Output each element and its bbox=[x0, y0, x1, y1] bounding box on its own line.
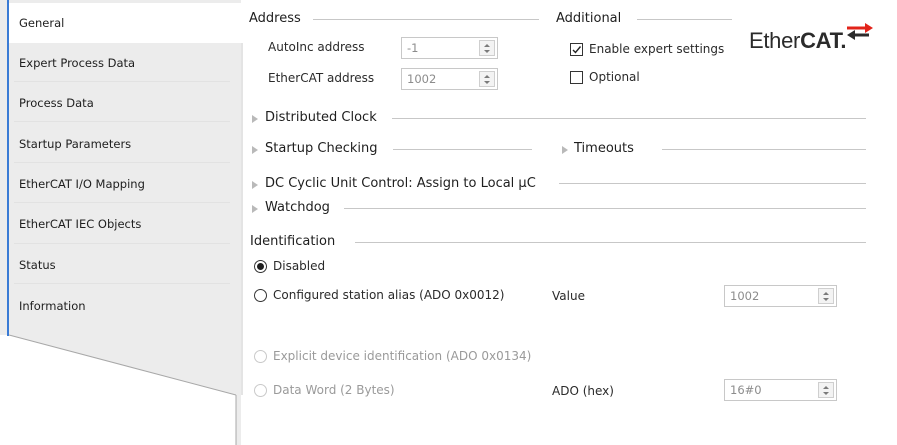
tab-label: Information bbox=[19, 299, 86, 313]
tab-label: Startup Parameters bbox=[19, 137, 132, 151]
expand-arrow-icon[interactable] bbox=[562, 146, 568, 154]
section-rule bbox=[392, 118, 866, 119]
tab-separator bbox=[14, 283, 230, 284]
expand-arrow-icon[interactable] bbox=[252, 146, 258, 154]
additional-rule bbox=[637, 19, 732, 20]
ado-hex-spinner[interactable]: 16#0 bbox=[724, 379, 837, 401]
tab-status[interactable]: Status bbox=[9, 245, 241, 285]
ado-hex-label: ADO (hex) bbox=[552, 384, 614, 398]
tab-general[interactable]: General bbox=[9, 3, 245, 43]
tab-panel: General Expert Process Data Process Data… bbox=[0, 0, 245, 445]
spinner-arrows-icon[interactable] bbox=[479, 40, 495, 56]
explicit-device-identification-radio[interactable] bbox=[254, 350, 267, 363]
configured-station-alias-label: Configured station alias (ADO 0x0012) bbox=[273, 288, 505, 302]
tab-information[interactable]: Information bbox=[9, 286, 241, 326]
autoinc-address-value: -1 bbox=[407, 41, 419, 55]
data-word-label: Data Word (2 Bytes) bbox=[273, 383, 395, 397]
ethercat-address-value: 1002 bbox=[407, 72, 437, 86]
autoinc-address-label: AutoInc address bbox=[268, 40, 365, 54]
value-label: Value bbox=[552, 289, 585, 303]
logo-text-bold: CAT. bbox=[800, 28, 847, 53]
identification-heading: Identification bbox=[250, 234, 336, 249]
spinner-arrows-icon[interactable] bbox=[818, 382, 834, 398]
data-word-radio[interactable] bbox=[254, 384, 267, 397]
tab-label: Process Data bbox=[19, 96, 94, 110]
enable-expert-settings-checkbox[interactable] bbox=[570, 43, 583, 56]
timeouts-section[interactable]: Timeouts bbox=[574, 141, 634, 156]
tab-label: Expert Process Data bbox=[19, 56, 136, 70]
tab-ethercat-iec-objects[interactable]: EtherCAT IEC Objects bbox=[9, 204, 241, 244]
identification-rule bbox=[355, 242, 866, 243]
disabled-label: Disabled bbox=[273, 259, 326, 273]
alias-value-spinner[interactable]: 1002 bbox=[724, 285, 837, 307]
radio-dot bbox=[257, 263, 264, 270]
address-heading: Address bbox=[249, 11, 301, 26]
configured-station-alias-radio[interactable] bbox=[254, 289, 267, 302]
distributed-clock-section[interactable]: Distributed Clock bbox=[265, 110, 377, 125]
ethercat-address-spinner[interactable]: 1002 bbox=[401, 68, 498, 90]
tab-startup-parameters[interactable]: Startup Parameters bbox=[9, 124, 241, 164]
disabled-radio[interactable] bbox=[254, 260, 267, 273]
expand-arrow-icon[interactable] bbox=[252, 115, 258, 123]
tab-label: General bbox=[19, 16, 65, 30]
tab-separator bbox=[14, 202, 230, 203]
checkmark-icon bbox=[572, 46, 582, 54]
logo-text: Ether bbox=[749, 28, 801, 53]
tab-expert-process-data[interactable]: Expert Process Data bbox=[9, 43, 241, 83]
ethercat-address-label: EtherCAT address bbox=[268, 71, 375, 85]
tab-process-data[interactable]: Process Data bbox=[9, 83, 241, 123]
additional-heading: Additional bbox=[556, 11, 622, 26]
section-rule bbox=[662, 149, 866, 150]
tab-label: Status bbox=[19, 258, 56, 272]
autoinc-address-spinner[interactable]: -1 bbox=[401, 37, 498, 59]
optional-checkbox[interactable] bbox=[570, 71, 583, 84]
ethercat-logo: EtherCAT. bbox=[749, 28, 846, 54]
optional-label: Optional bbox=[589, 70, 640, 84]
explicit-device-identification-label: Explicit device identification (ADO 0x01… bbox=[273, 349, 532, 363]
tab-separator bbox=[14, 121, 230, 122]
startup-checking-section[interactable]: Startup Checking bbox=[265, 141, 377, 156]
ado-hex-value: 16#0 bbox=[730, 383, 762, 397]
tab-label: EtherCAT I/O Mapping bbox=[19, 177, 145, 191]
spinner-arrows-icon[interactable] bbox=[818, 288, 834, 304]
tab-separator bbox=[14, 243, 230, 244]
expand-arrow-icon[interactable] bbox=[252, 181, 258, 189]
expand-arrow-icon[interactable] bbox=[252, 205, 258, 213]
address-rule bbox=[313, 19, 539, 20]
section-rule bbox=[393, 149, 532, 150]
tab-separator bbox=[14, 162, 230, 163]
tab-label: EtherCAT IEC Objects bbox=[19, 217, 142, 231]
section-rule bbox=[559, 183, 866, 184]
dc-cyclic-unit-control-section[interactable]: DC Cyclic Unit Control: Assign to Local … bbox=[265, 176, 536, 191]
tab-separator bbox=[14, 81, 230, 82]
watchdog-section[interactable]: Watchdog bbox=[265, 200, 330, 215]
enable-expert-settings-label: Enable expert settings bbox=[589, 42, 725, 56]
alias-value: 1002 bbox=[730, 289, 760, 303]
ethercat-arrow-icon bbox=[847, 23, 873, 40]
tab-ethercat-io-mapping[interactable]: EtherCAT I/O Mapping bbox=[9, 164, 241, 204]
spinner-arrows-icon[interactable] bbox=[479, 71, 495, 87]
section-rule bbox=[344, 208, 866, 209]
